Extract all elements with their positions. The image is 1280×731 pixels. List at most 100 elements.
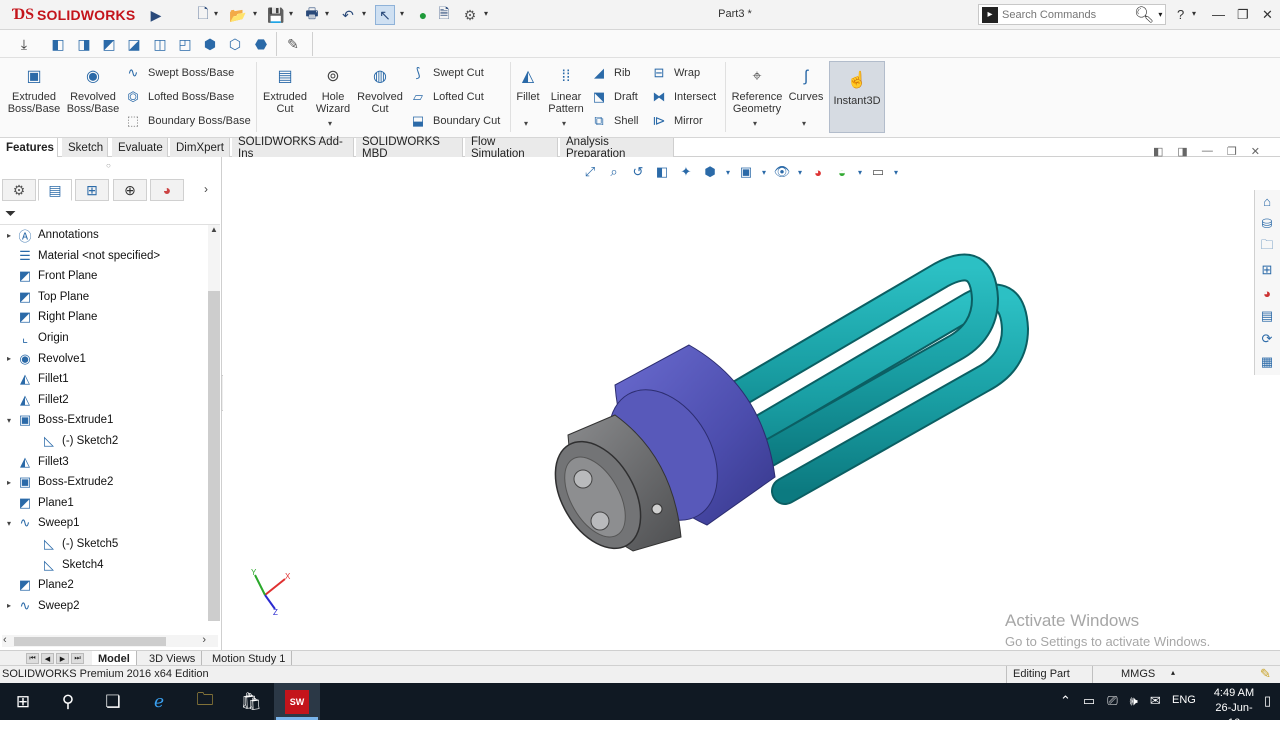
display-style-icon[interactable]: ▣ [736,162,756,182]
tab-solidworks-add-ins[interactable]: SOLIDWORKS Add-Ins [232,136,354,160]
tray-network-icon[interactable]: ⎚ [1107,693,1117,709]
design-library-icon[interactable]: ⛁ [1255,213,1279,235]
view-settings-caret-icon[interactable]: ▾ [892,162,900,182]
view-orientation-caret-icon[interactable]: ▾ [724,162,732,182]
extruded-cut-button[interactable]: ▤ Extruded Cut [261,66,309,116]
tree-node[interactable]: ◩ Plane2 [2,575,74,595]
tree-node[interactable]: ◭ Fillet2 [2,390,69,410]
configuration-manager-tab-icon[interactable]: ⊞ [75,179,109,201]
tab-flow-simulation[interactable]: Flow Simulation [465,136,558,160]
help-caret-icon[interactable]: ▾ [1192,9,1196,18]
search-results-icon[interactable]: ▦ [1255,351,1279,373]
tree-expander-icon[interactable]: ▸ [2,601,16,610]
wrap-button[interactable]: ⊟ Wrap [650,63,701,83]
tree-node[interactable]: ▸ ▣ Boss-Extrude2 [2,472,113,492]
front-view-icon[interactable]: ◧ [48,34,68,54]
tree-node[interactable]: ◺ Sketch4 [26,555,104,575]
tray-volume-icon[interactable]: 🕪︎ [1130,693,1138,709]
property-manager-tab-icon[interactable]: ▤ [38,179,72,201]
view-settings-icon[interactable]: ▭ [868,162,888,182]
minimize-icon[interactable]: — [1212,7,1225,22]
tray-clock[interactable]: 4:49 AM 26-Jun-16 [1210,686,1258,731]
quick-tips-icon[interactable]: ✎ [1260,666,1271,682]
tree-filter-bar[interactable]: ⏷ [0,203,220,225]
zoom-to-area-icon[interactable]: ⌕ [604,162,624,182]
action-center-icon[interactable]: ▯ [1264,693,1271,709]
tray-message-icon[interactable]: ✉ [1150,693,1161,709]
graphics-area[interactable]: ◧ ◨ — ❐ ✕ X Y Z [223,145,1280,650]
mirror-button[interactable]: ⧐ Mirror [650,111,703,131]
tab-dimxpert[interactable]: DimXpert [170,138,230,157]
extruded-boss-button[interactable]: ▣ Extruded Boss/Base [8,66,61,116]
curves-button[interactable]: ʃ Curves [788,66,824,104]
scroll-left-icon[interactable]: ‹ [3,634,7,646]
panel-tabs-more-icon[interactable]: › [204,182,208,196]
scroll-right-icon[interactable]: › [202,634,206,646]
tree-expander-icon[interactable]: ▾ [2,519,16,528]
display-manager-tab-icon[interactable]: ◕ [150,179,184,201]
lofted-cut-button[interactable]: ⏥ Lofted Cut [409,87,484,107]
tree-node[interactable]: ▸ Ⓐ Annotations [2,225,99,245]
tree-node[interactable]: ◭ Fillet1 [2,369,69,389]
close-icon[interactable]: ✕ [1262,7,1273,23]
intersect-button[interactable]: ⧓ Intersect [650,87,717,107]
zoom-to-fit-icon[interactable]: ⤢ [580,162,600,182]
options-gear-icon[interactable]: ⚙ [460,5,480,25]
print-caret-icon[interactable]: ▾ [325,9,329,18]
tab-3d-views[interactable]: 3D Views [143,651,203,666]
hole-wizard-button[interactable]: ⊚ Hole Wizard [312,66,354,116]
hole-wizard-caret-icon[interactable]: ▾ [328,119,332,128]
tab-analysis-preparation[interactable]: Analysis Preparation [560,136,674,160]
appearances-scenes-icon[interactable]: ◕ [1255,282,1279,304]
cfl-bulb-model[interactable] [223,157,1280,650]
linear-pattern-caret-icon[interactable]: ▾ [562,119,566,128]
revolved-boss-button[interactable]: ◉ Revolved Boss/Base [66,66,120,116]
tree-expander-icon[interactable]: ▾ [2,416,16,425]
search-caret-icon[interactable]: ▾ [1158,10,1162,19]
swept-boss-button[interactable]: ∿ Swept Boss/Base [124,63,235,83]
display-style-caret-icon[interactable]: ▾ [760,162,768,182]
edge-browser-icon[interactable]: ℯ [136,683,182,720]
tree-node[interactable]: ◩ Top Plane [2,287,89,307]
reference-geometry-caret-icon[interactable]: ▾ [753,119,757,128]
boundary-boss-button[interactable]: ⬚ Boundary Boss/Base [124,111,251,131]
tree-node[interactable]: ▸ ∿ Sweep2 [2,596,80,616]
tab-model[interactable]: Model [92,651,137,666]
solidworks-forum-icon[interactable]: ⟳ [1255,328,1279,350]
linear-pattern-button[interactable]: ⁞⁞ Linear Pattern [546,66,586,116]
fillet-caret-icon[interactable]: ▾ [524,119,528,128]
tab-motion-study-1[interactable]: Motion Study 1 [206,651,293,666]
curves-caret-icon[interactable]: ▾ [802,119,806,128]
open-folder-icon[interactable]: 📂 [228,5,248,25]
instant3d-button[interactable]: ☝ Instant3D [829,61,885,133]
panel-grip-icon[interactable]: ○ [106,161,111,170]
windows-start-icon[interactable]: ⊞ [0,683,46,720]
file-properties-icon[interactable]: 🗎 [434,5,454,25]
smart-dimension-icon[interactable]: ✎ [283,34,303,54]
tab-features[interactable]: Features [0,138,58,157]
hide-show-caret-icon[interactable]: ▾ [796,162,804,182]
units-caret-icon[interactable]: ▴ [1171,668,1175,677]
tree-node[interactable]: ◺ (-) Sketch5 [26,534,118,554]
tree-node[interactable]: ▸ ◉ Revolve1 [2,349,86,369]
dimetric-view-icon[interactable]: ⬣ [251,34,271,54]
view-palette-icon[interactable]: ⊞ [1255,259,1279,281]
solidworks-logo[interactable]: ƊS SOLIDWORKS [12,6,135,24]
tab-solidworks-mbd[interactable]: SOLIDWORKS MBD [356,136,463,160]
draft-button[interactable]: ⬔ Draft [590,87,638,107]
new-document-icon[interactable]: 🗋 [193,5,213,25]
bottom-view-icon[interactable]: ◰ [175,34,195,54]
open-caret-icon[interactable]: ▾ [253,9,257,18]
store-icon[interactable]: 🛍︎ [228,683,274,720]
file-explorer-icon[interactable]: 🗀 [1255,236,1279,258]
filter-funnel-icon[interactable]: ⏷ [5,205,16,222]
select-caret-icon[interactable]: ▾ [400,9,404,18]
last-tab-icon[interactable]: ⏭ [71,653,84,664]
tab-sketch[interactable]: Sketch [62,138,108,157]
reference-geometry-button[interactable]: ⌖ Reference Geometry [730,66,784,116]
tree-expander-icon[interactable]: ▸ [2,354,16,363]
tree-node[interactable]: ◩ Front Plane [2,266,98,286]
next-tab-icon[interactable]: ▶ [56,653,69,664]
apply-scene-caret-icon[interactable]: ▾ [856,162,864,182]
tree-node[interactable]: ◭ Fillet3 [2,452,69,472]
